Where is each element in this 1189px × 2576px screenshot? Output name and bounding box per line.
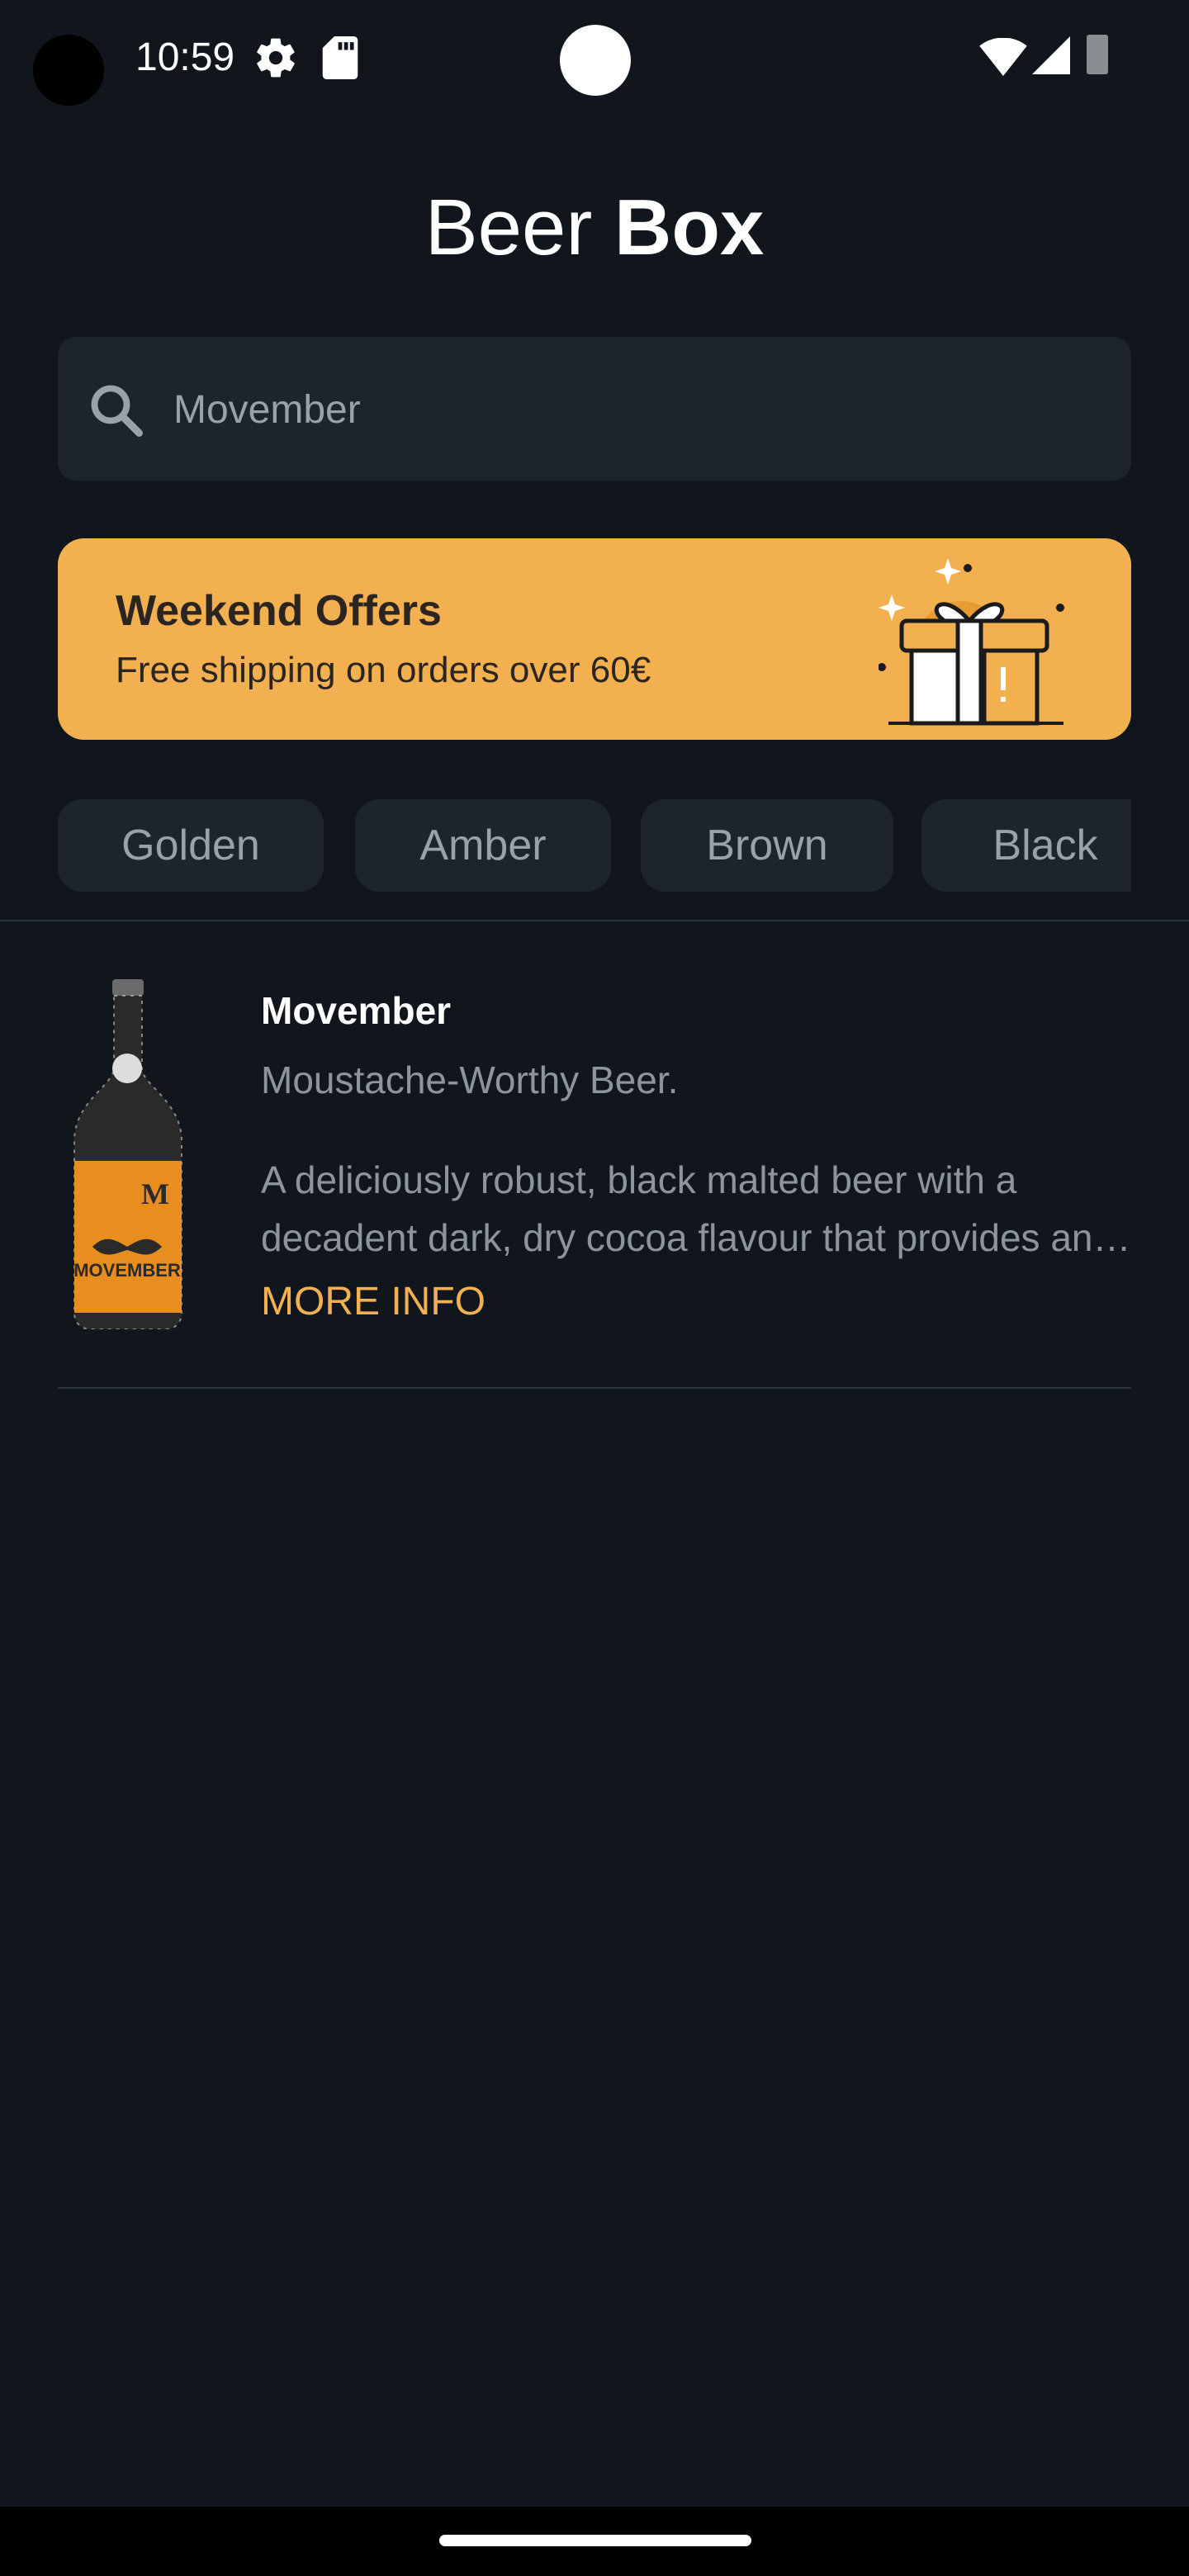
battery-icon	[1087, 35, 1108, 74]
chip-golden[interactable]: Golden	[58, 799, 324, 892]
beer-tagline: Moustache-Worthy Beer.	[261, 1058, 679, 1101]
offer-title: Weekend Offers	[116, 587, 442, 635]
beer-bottle-image: MOVEMBER M	[73, 979, 182, 1329]
svg-text:MOVEMBER: MOVEMBER	[73, 1260, 181, 1281]
sd-card-icon	[322, 36, 358, 79]
gear-icon	[257, 38, 295, 78]
app-title-regular: Beer	[424, 183, 593, 272]
chip-amber[interactable]: Amber	[355, 799, 611, 892]
search-input[interactable]	[173, 370, 1098, 449]
camera-cutout	[33, 35, 104, 106]
category-chips: Golden Amber Brown Black	[58, 799, 1131, 892]
item-divider	[58, 1387, 1131, 1389]
status-bar: 10:59	[0, 0, 1189, 116]
signal-icon	[1032, 36, 1070, 74]
search-icon	[91, 385, 143, 437]
status-time: 10:59	[135, 36, 235, 79]
home-handle[interactable]	[439, 2535, 751, 2546]
svg-text:M: M	[141, 1177, 169, 1210]
chip-black[interactable]: Black	[921, 799, 1131, 892]
wifi-icon	[979, 38, 1027, 76]
chip-brown[interactable]: Brown	[641, 799, 893, 892]
front-camera-dot	[560, 25, 631, 96]
beer-name: Movember	[261, 989, 452, 1032]
app-title: Beer Box	[0, 180, 1189, 276]
beer-description: A deliciously robust, black malted beer …	[261, 1158, 1093, 1259]
app-title-bold: Box	[614, 183, 765, 272]
gift-icon	[879, 558, 1064, 726]
offer-subtitle: Free shipping on orders over 60€	[116, 650, 651, 690]
more-info-button[interactable]: MORE INFO	[261, 1278, 486, 1326]
